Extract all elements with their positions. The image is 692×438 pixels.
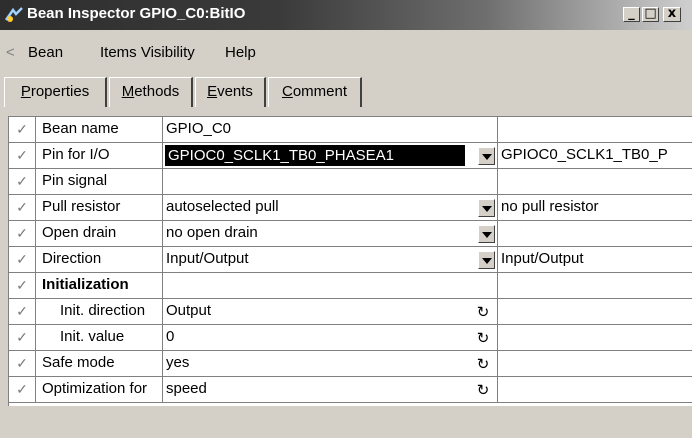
- property-name: Open drain: [36, 221, 163, 246]
- property-name: Pin for I/O: [36, 143, 163, 168]
- property-value: speed: [166, 380, 207, 397]
- table-row[interactable]: ✓ Bean name GPIO_C0: [9, 117, 692, 143]
- reset-icon[interactable]: ↻: [475, 355, 491, 373]
- table-row[interactable]: ✓ Initialization: [9, 273, 692, 299]
- table-row[interactable]: ✓ Direction Input/Output Input/Output: [9, 247, 692, 273]
- property-value-cell[interactable]: Output ↻: [163, 299, 498, 324]
- property-value-cell[interactable]: 0 ↻: [163, 325, 498, 350]
- property-value-cell[interactable]: autoselected pull: [163, 195, 498, 220]
- property-value-cell[interactable]: GPIOC0_SCLK1_TB0_PHASEA1: [163, 143, 498, 168]
- enabled-check-icon[interactable]: ✓: [9, 169, 36, 194]
- dropdown-arrow-icon[interactable]: [478, 147, 495, 165]
- property-name: Pull resistor: [36, 195, 163, 220]
- bean-app-icon: [4, 7, 23, 22]
- property-name: Direction: [36, 247, 163, 272]
- table-row[interactable]: ✓ Pull resistor autoselected pull no pul…: [9, 195, 692, 221]
- property-value: Input/Output: [166, 250, 249, 267]
- property-name: Init. direction: [36, 299, 163, 324]
- tab-events[interactable]: Events: [195, 77, 266, 107]
- enabled-check-icon[interactable]: ✓: [9, 143, 36, 168]
- window-title: Bean Inspector GPIO_C0:BitIO: [27, 5, 246, 22]
- enabled-check-icon[interactable]: ✓: [9, 273, 36, 298]
- property-value: yes: [166, 354, 190, 371]
- property-value-cell[interactable]: speed ↻: [163, 377, 498, 402]
- dropdown-arrow-icon[interactable]: [478, 251, 495, 269]
- property-value-cell[interactable]: yes ↻: [163, 351, 498, 376]
- tab-events-label: vents: [217, 83, 253, 100]
- property-details: no pull resistor: [501, 198, 599, 215]
- menu-help[interactable]: Help: [225, 44, 256, 61]
- property-value: Output: [166, 302, 212, 319]
- enabled-check-icon[interactable]: ✓: [9, 117, 36, 142]
- property-value-cell[interactable]: no open drain: [163, 221, 498, 246]
- property-value: no open drain: [166, 224, 258, 241]
- tab-properties-accel: P: [20, 83, 31, 100]
- back-chevron-icon[interactable]: <: [6, 44, 15, 61]
- enabled-check-icon[interactable]: ✓: [9, 221, 36, 246]
- property-details: [498, 273, 692, 298]
- table-row[interactable]: ✓ Safe mode yes ↻: [9, 351, 692, 377]
- table-row[interactable]: ✓ Optimization for speed ↻: [9, 377, 692, 403]
- menu-bar: < Bean Items Visibility Help: [0, 43, 692, 65]
- enabled-check-icon[interactable]: ✓: [9, 247, 36, 272]
- property-details: [498, 351, 692, 376]
- enabled-check-icon[interactable]: ✓: [9, 299, 36, 324]
- property-details: [498, 377, 692, 402]
- enabled-check-icon[interactable]: ✓: [9, 351, 36, 376]
- reset-icon[interactable]: ↻: [475, 329, 491, 347]
- property-name: Safe mode: [36, 351, 163, 376]
- close-button[interactable]: x: [663, 7, 681, 22]
- enabled-check-icon[interactable]: ✓: [9, 195, 36, 220]
- tab-comment-label: omment: [292, 83, 348, 100]
- property-details: Input/Output: [501, 250, 584, 267]
- tab-properties-label: roperties: [30, 83, 90, 100]
- table-row[interactable]: ✓ Init. direction Output ↻: [9, 299, 692, 325]
- property-value: autoselected pull: [166, 198, 279, 215]
- property-details: [498, 117, 692, 142]
- enabled-check-icon[interactable]: ✓: [9, 377, 36, 402]
- property-details: [498, 221, 692, 246]
- property-value[interactable]: [163, 169, 498, 194]
- window-bottom-edge: [0, 430, 692, 438]
- tab-comment[interactable]: Comment: [268, 77, 362, 107]
- table-row[interactable]: ✓ Init. value 0 ↻: [9, 325, 692, 351]
- reset-icon[interactable]: ↻: [475, 381, 491, 399]
- reset-icon[interactable]: ↻: [475, 303, 491, 321]
- property-details: GPIOC0_SCLK1_TB0_P: [501, 146, 668, 163]
- tab-comment-accel: C: [281, 83, 293, 100]
- dropdown-arrow-icon[interactable]: [478, 225, 495, 243]
- property-name: Optimization for: [36, 377, 163, 402]
- property-name: Pin signal: [36, 169, 163, 194]
- property-value-cell[interactable]: Input/Output: [163, 247, 498, 272]
- enabled-check-icon[interactable]: ✓: [9, 325, 36, 350]
- minimize-button[interactable]: _: [623, 7, 640, 22]
- maximize-button[interactable]: □: [642, 7, 659, 22]
- property-value: [163, 273, 498, 298]
- property-details: [498, 325, 692, 350]
- property-value: 0: [166, 328, 175, 345]
- tab-events-accel: E: [207, 83, 218, 100]
- tab-methods-accel: M: [121, 83, 135, 100]
- property-details: [498, 299, 692, 324]
- property-name: Bean name: [36, 117, 163, 142]
- table-row[interactable]: ✓ Open drain no open drain: [9, 221, 692, 247]
- property-grid: ✓ Bean name GPIO_C0 ✓ Pin for I/O GPIOC0…: [8, 116, 692, 406]
- dropdown-arrow-icon[interactable]: [478, 199, 495, 217]
- property-name: Init. value: [36, 325, 163, 350]
- table-row[interactable]: ✓ Pin for I/O GPIOC0_SCLK1_TB0_PHASEA1 G…: [9, 143, 692, 169]
- menu-bean[interactable]: Bean: [28, 44, 63, 61]
- property-value-selected[interactable]: GPIOC0_SCLK1_TB0_PHASEA1: [165, 145, 465, 166]
- table-row[interactable]: ✓ Pin signal: [9, 169, 692, 195]
- menu-items-visibility[interactable]: Items Visibility: [100, 44, 195, 61]
- property-value[interactable]: GPIO_C0: [163, 117, 498, 142]
- tab-properties[interactable]: Properties: [4, 77, 107, 107]
- property-group-name: Initialization: [36, 273, 163, 298]
- property-details: [498, 169, 692, 194]
- title-bar[interactable]: Bean Inspector GPIO_C0:BitIO _ □ x: [0, 0, 692, 30]
- tab-methods[interactable]: Methods: [109, 77, 193, 107]
- tab-methods-label: ethods: [134, 83, 180, 100]
